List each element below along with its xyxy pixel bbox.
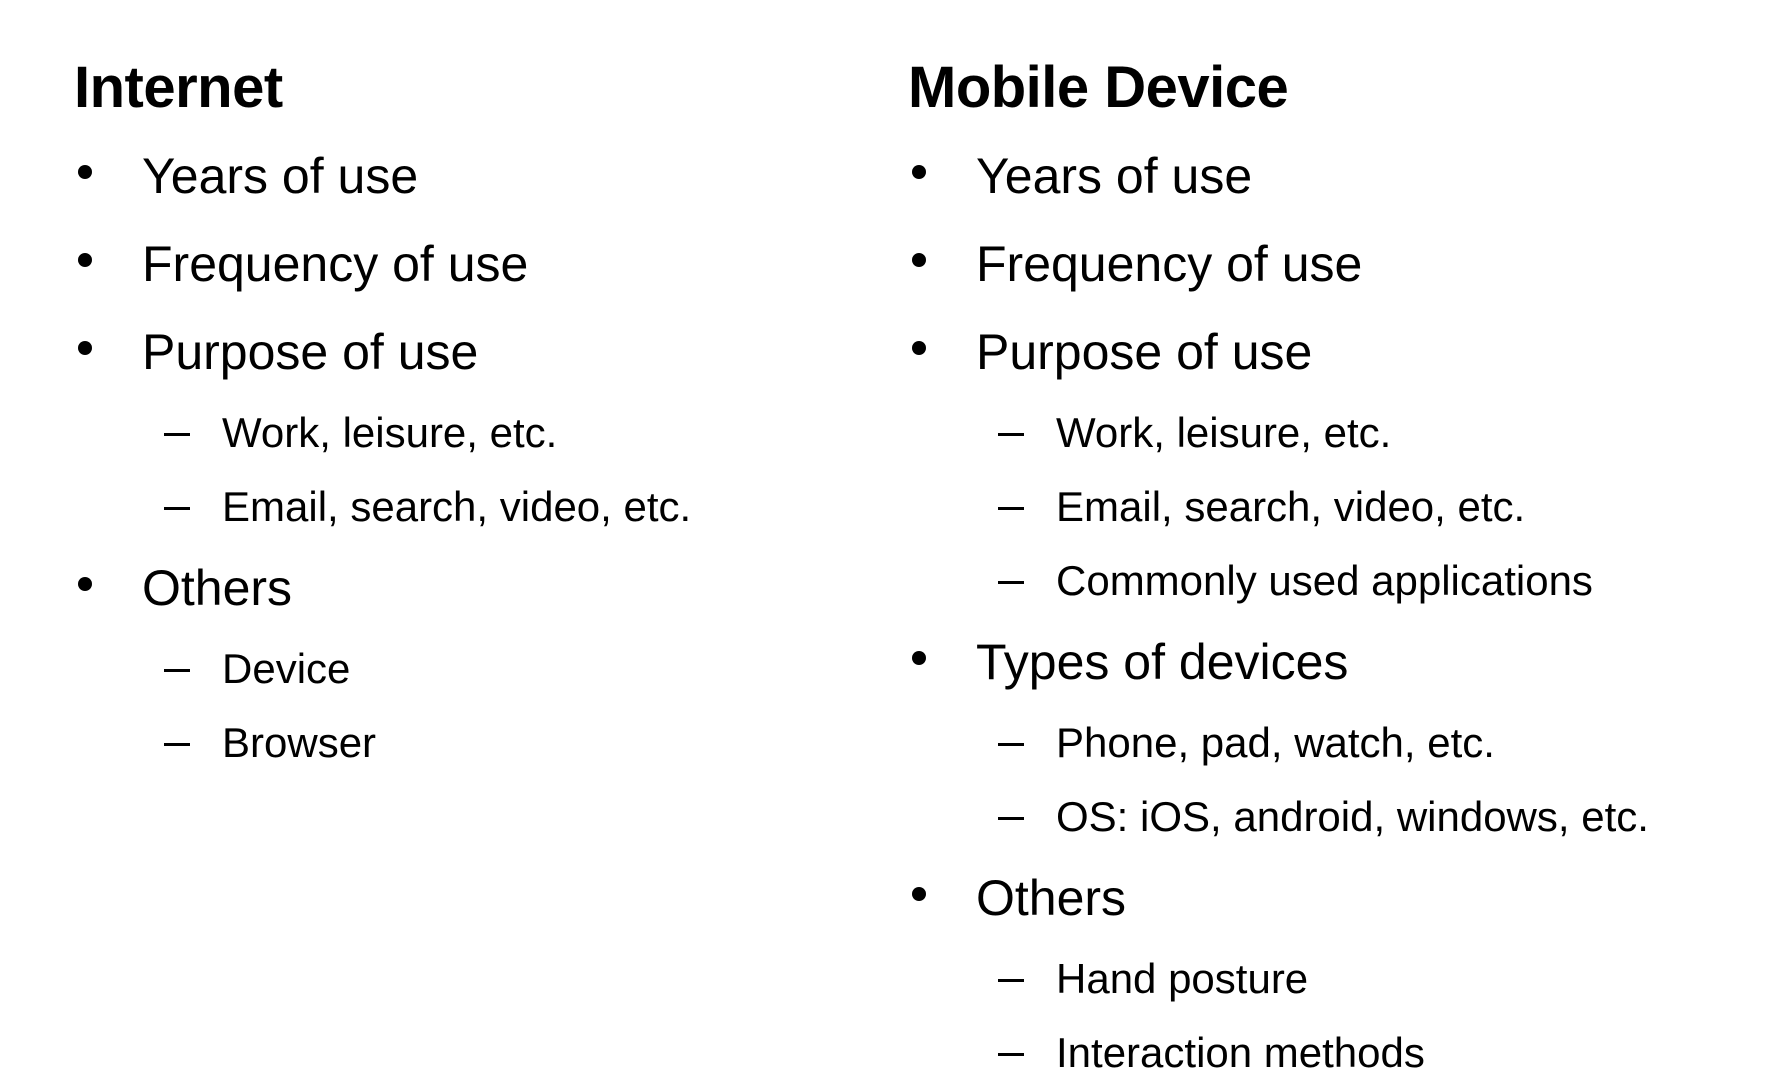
sub-list-item-label: Device: [222, 645, 351, 692]
list-item: Years of use: [908, 132, 1758, 220]
bullet-icon: [912, 165, 926, 179]
sub-list: Device Browser: [142, 632, 874, 780]
dash-icon: [164, 507, 190, 510]
mobile-device-heading: Mobile Device: [908, 55, 1289, 120]
list-item: Others Device Browser: [74, 544, 874, 780]
sub-list-item: Email, search, video, etc.: [976, 470, 1758, 544]
sub-list: Hand posture Interaction methods: [976, 942, 1758, 1090]
sub-list: Work, leisure, etc. Email, search, video,…: [976, 396, 1758, 618]
sub-list: Work, leisure, etc. Email, search, video,…: [142, 396, 874, 544]
mobile-device-list: Years of use Frequency of use Purpose of u…: [908, 132, 1758, 1090]
internet-heading: Internet: [74, 55, 283, 120]
dash-icon: [998, 817, 1024, 820]
sub-list-item: Email, search, video, etc.: [142, 470, 874, 544]
sub-list-item-label: Phone, pad, watch, etc.: [1056, 719, 1495, 766]
internet-list: Years of use Frequency of use Purpose of u…: [74, 132, 874, 780]
dash-icon: [998, 581, 1024, 584]
sub-list-item-label: Browser: [222, 719, 377, 766]
list-item-label: Purpose of use: [142, 324, 479, 380]
sub-list-item: Browser: [142, 706, 874, 780]
sub-list-item-label: Email, search, video, etc.: [1056, 483, 1526, 530]
bullet-icon: [78, 165, 92, 179]
list-item-label: Others: [142, 560, 293, 616]
bullet-icon: [912, 253, 926, 267]
list-item-label: Purpose of use: [976, 324, 1313, 380]
list-item: Others Hand posture Interaction methods: [908, 854, 1758, 1090]
mobile-device-column: Mobile Device Years of use Frequency of u…: [908, 44, 1758, 1090]
dash-icon: [164, 743, 190, 746]
dash-icon: [998, 979, 1024, 982]
list-item-label: Frequency of use: [976, 236, 1363, 292]
sub-list-item: Work, leisure, etc.: [142, 396, 874, 470]
list-item-label: Types of devices: [976, 634, 1349, 690]
list-item: Frequency of use: [908, 220, 1758, 308]
sub-list-item-label: OS: iOS, android, windows, etc.: [1056, 793, 1649, 840]
sub-list-item-label: Commonly used applications: [1056, 557, 1593, 604]
sub-list-item: Device: [142, 632, 874, 706]
sub-list: Phone, pad, watch, etc. OS: iOS, android,…: [976, 706, 1758, 854]
bullet-icon: [78, 341, 92, 355]
internet-column: Internet Years of use Frequency of use Pur…: [74, 44, 874, 780]
dash-icon: [998, 507, 1024, 510]
list-item: Years of use: [74, 132, 874, 220]
dash-icon: [998, 433, 1024, 436]
bullet-icon: [912, 887, 926, 901]
bullet-icon: [78, 253, 92, 267]
sub-list-item: Commonly used applications: [976, 544, 1758, 618]
dash-icon: [164, 669, 190, 672]
list-item: Purpose of use Work, leisure, etc. Email, …: [74, 308, 874, 544]
sub-list-item-label: Work, leisure, etc.: [1056, 409, 1392, 456]
dash-icon: [164, 433, 190, 436]
sub-list-item-label: Hand posture: [1056, 955, 1309, 1002]
sub-list-item: OS: iOS, android, windows, etc.: [976, 780, 1758, 854]
sub-list-item-label: Interaction methods: [1056, 1029, 1425, 1076]
dash-icon: [998, 1053, 1024, 1056]
list-item-label: Years of use: [142, 148, 419, 204]
sub-list-item: Hand posture: [976, 942, 1758, 1016]
list-item: Types of devices Phone, pad, watch, etc. O…: [908, 618, 1758, 854]
sub-list-item: Phone, pad, watch, etc.: [976, 706, 1758, 780]
sub-list-item: Interaction methods: [976, 1016, 1758, 1090]
list-item-label: Years of use: [976, 148, 1253, 204]
bullet-icon: [912, 651, 926, 665]
list-item-label: Frequency of use: [142, 236, 529, 292]
list-item-label: Others: [976, 870, 1127, 926]
bullet-icon: [912, 341, 926, 355]
dash-icon: [998, 743, 1024, 746]
sub-list-item: Work, leisure, etc.: [976, 396, 1758, 470]
sub-list-item-label: Work, leisure, etc.: [222, 409, 558, 456]
list-item: Purpose of use Work, leisure, etc. Email, …: [908, 308, 1758, 618]
list-item: Frequency of use: [74, 220, 874, 308]
bullet-icon: [78, 577, 92, 591]
sub-list-item-label: Email, search, video, etc.: [222, 483, 692, 530]
